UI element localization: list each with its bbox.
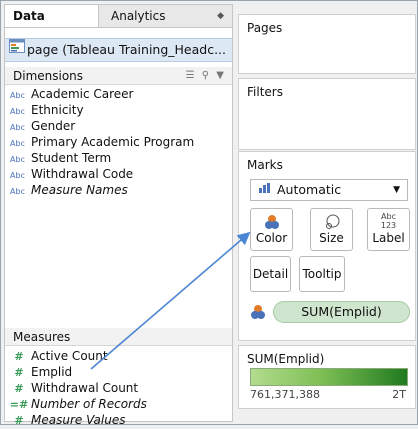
color-encoding-row: SUM(Emplid) xyxy=(250,301,410,323)
label-icon-text-bottom: 123 xyxy=(380,221,397,230)
field-item[interactable]: # Emplid xyxy=(5,364,232,380)
color-button-label: Color xyxy=(255,231,288,245)
field-item[interactable]: # Measure Values xyxy=(5,412,232,428)
size-button-label: Size xyxy=(319,231,344,245)
view-list-icon[interactable]: ☰ xyxy=(186,70,197,81)
dimensions-list: Abc Academic Career Abc Ethnicity Abc Gender A… xyxy=(5,86,232,198)
dimensions-header: Dimensions ☰ ⚲ ▼ xyxy=(5,67,232,85)
color-legend: SUM(Emplid) 761,371,388 2T xyxy=(238,345,416,409)
tab-menu-arrow-icon[interactable]: ◆ xyxy=(217,5,224,27)
measures-list: # Active Count # Emplid # Withdrawal Count =# N… xyxy=(5,348,232,428)
tab-analytics-label: Analytics xyxy=(111,9,166,23)
tableau-sidebar: Data Analytics ◆ page (Tableau Training_… xyxy=(0,0,418,427)
legend-max-value: 2T xyxy=(392,388,406,401)
legend-gradient-bar[interactable] xyxy=(250,368,408,386)
field-item[interactable]: Abc Academic Career xyxy=(5,86,232,102)
number-type-icon: # xyxy=(14,350,24,363)
chevron-down-icon: ▼ xyxy=(393,185,400,195)
size-icon xyxy=(311,214,352,230)
detail-button[interactable]: Detail xyxy=(250,256,291,292)
detail-button-label: Detail xyxy=(252,267,289,281)
field-label: Withdrawal Code xyxy=(31,167,134,181)
field-item[interactable]: Abc Measure Names xyxy=(5,182,232,198)
measures-title: Measures xyxy=(13,330,71,344)
field-item[interactable]: Abc Gender xyxy=(5,118,232,134)
field-label: Withdrawal Count xyxy=(31,381,139,395)
mark-type-value: Automatic xyxy=(277,182,342,197)
size-button[interactable]: Size xyxy=(310,208,353,251)
field-item[interactable]: Abc Primary Academic Program xyxy=(5,134,232,150)
marks-title: Marks xyxy=(247,158,283,172)
field-label: Number of Records xyxy=(31,397,147,411)
field-label: Student Term xyxy=(31,151,112,165)
legend-title: SUM(Emplid) xyxy=(247,352,325,366)
field-label: Active Count xyxy=(31,349,108,363)
label-icon-text-top: Abc xyxy=(381,212,396,221)
number-type-icon: # xyxy=(14,414,24,427)
filters-title: Filters xyxy=(247,85,283,99)
datasource-icon xyxy=(9,39,25,60)
field-label: Academic Career xyxy=(31,87,134,101)
label-icon: Abc 123 xyxy=(368,212,409,230)
pages-title: Pages xyxy=(247,21,283,35)
field-item[interactable]: # Withdrawal Count xyxy=(5,380,232,396)
datasource-item[interactable]: page (Tableau Training_Headc... xyxy=(5,38,232,62)
field-item[interactable]: =# Number of Records xyxy=(5,396,232,412)
field-label: Measure Names xyxy=(31,183,128,197)
number-type-icon: # xyxy=(14,382,24,395)
field-item[interactable]: Abc Ethnicity xyxy=(5,102,232,118)
pages-shelf[interactable]: Pages xyxy=(238,14,416,74)
dimensions-tools: ☰ ⚲ ▼ xyxy=(186,67,226,85)
number-type-icon: =# xyxy=(9,398,29,411)
tooltip-button-label: Tooltip xyxy=(302,267,342,281)
field-label: Gender xyxy=(31,119,76,133)
dimensions-title: Dimensions xyxy=(13,69,84,83)
datasource-name: page (Tableau Training_Headc... xyxy=(27,42,226,57)
legend-min-value: 761,371,388 xyxy=(250,388,320,401)
tab-data[interactable]: Data xyxy=(5,5,98,27)
field-label: Primary Academic Program xyxy=(31,135,195,149)
pane-tabs: Data Analytics ◆ xyxy=(5,5,232,28)
color-palette-icon xyxy=(250,304,266,323)
color-button[interactable]: Color xyxy=(250,208,293,251)
number-type-icon: # xyxy=(14,366,24,379)
abc-type-icon: Abc xyxy=(10,187,25,196)
bar-chart-icon xyxy=(259,179,273,199)
search-icon[interactable]: ⚲ xyxy=(202,70,211,81)
field-item[interactable]: Abc Student Term xyxy=(5,150,232,166)
label-button-label: Label xyxy=(372,231,405,245)
field-label: Ethnicity xyxy=(31,103,84,117)
measures-header: Measures xyxy=(5,328,232,346)
marks-card: Marks Automatic ▼ Color Size Abc 123 Lab… xyxy=(238,151,416,341)
data-pane: Data Analytics ◆ page (Tableau Training_… xyxy=(4,4,233,427)
field-item[interactable]: # Active Count xyxy=(5,348,232,364)
filters-shelf[interactable]: Filters xyxy=(238,78,416,150)
color-palette-icon xyxy=(251,214,292,230)
field-item[interactable]: Abc Withdrawal Code xyxy=(5,166,232,182)
tooltip-button[interactable]: Tooltip xyxy=(299,256,345,292)
shelves-pane: Pages Filters Marks Automatic ▼ Color Si… xyxy=(238,4,416,422)
mark-type-dropdown[interactable]: Automatic ▼ xyxy=(250,179,408,201)
field-label: Emplid xyxy=(31,365,73,379)
sum-emplid-pill[interactable]: SUM(Emplid) xyxy=(273,301,410,323)
tab-analytics[interactable]: Analytics ◆ xyxy=(98,5,232,27)
chevron-down-icon[interactable]: ▼ xyxy=(216,70,226,81)
label-button[interactable]: Abc 123 Label xyxy=(367,208,410,251)
